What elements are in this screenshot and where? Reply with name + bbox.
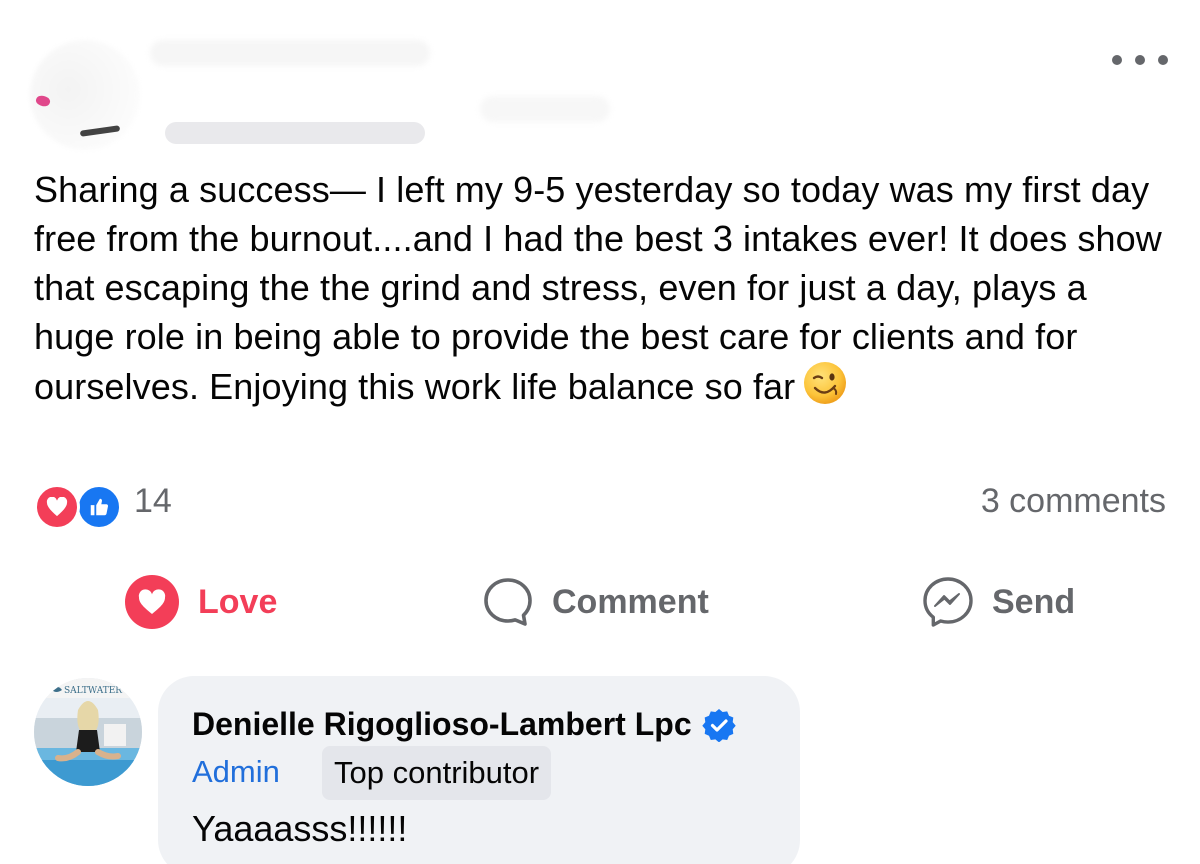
top-contributor-badge[interactable]: Top contributor [322,746,552,800]
reactions-row: 14 3 comments [34,480,1166,532]
send-label: Send [992,582,1076,621]
redacted-author-name [150,40,430,66]
post-text: Sharing a success— I left my 9-5 yesterd… [34,169,1162,407]
winking-face-icon [804,362,847,404]
dot [1158,55,1168,65]
verified-badge-icon [701,708,736,742]
messenger-icon [920,574,976,630]
commenter-name[interactable]: Denielle Rigoglioso-Lambert Lpc [192,706,736,743]
avatar-logo-text: SALTWATER [64,686,122,696]
comment-icon [480,574,536,630]
comment-button[interactable]: Comment [480,572,709,632]
reaction-summary[interactable] [34,484,124,530]
commenter-name-text: Denielle Rigoglioso-Lambert Lpc [192,706,692,742]
commenter-avatar[interactable]: SALTWATER [34,678,142,786]
comment-bubble: Denielle Rigoglioso-Lambert Lpc Admin To… [158,676,800,864]
post-action-bar: Love Comment Send [0,572,1200,632]
love-label: Love [198,582,278,621]
dot [1112,55,1122,65]
dot [1135,55,1145,65]
comment-text: Yaaaasss!!!!!! [192,808,408,849]
redacted-post-meta [165,122,425,144]
love-reaction-icon [34,484,80,530]
post-body: Sharing a success— I left my 9-5 yesterd… [34,165,1174,411]
like-reaction-icon [76,484,122,530]
admin-badge[interactable]: Admin [192,754,280,790]
love-icon [124,574,180,630]
comment-label: Comment [552,582,709,621]
comments-count-link[interactable]: 3 comments [981,482,1166,521]
reaction-count[interactable]: 14 [134,482,172,521]
love-button[interactable]: Love [124,572,277,632]
more-options-icon[interactable] [1112,45,1168,75]
post-header [0,0,1200,150]
facebook-post: Sharing a success— I left my 9-5 yesterd… [0,0,1200,864]
redacted-group-name [480,96,610,122]
send-button[interactable]: Send [920,572,1075,632]
